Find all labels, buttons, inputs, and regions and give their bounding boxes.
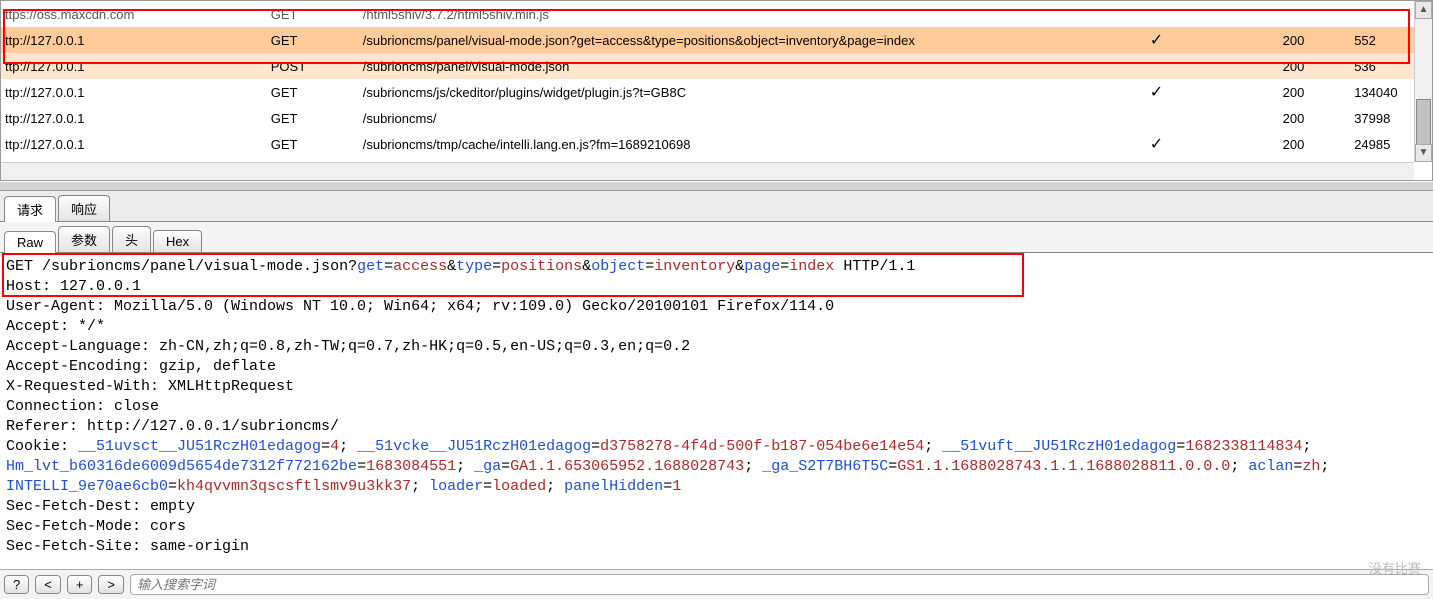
cell-method: POST <box>267 53 359 79</box>
cell-status <box>1279 1 1351 27</box>
cell-url: /subrioncms/panel/visual-mode.json <box>359 53 1146 79</box>
table-row[interactable]: ttp://127.0.0.1GET/subrioncms/tmp/cache/… <box>1 131 1432 157</box>
request-response-tabs: 请求 响应 <box>0 191 1433 222</box>
pane-splitter[interactable] <box>0 181 1433 191</box>
cell-host: ttp://127.0.0.1 <box>1 131 267 157</box>
cell-host: ttp://127.0.0.1 <box>1 105 267 131</box>
add-button[interactable]: + <box>67 575 93 594</box>
cell-host: ttp://127.0.0.1 <box>1 27 267 53</box>
request-list-pane: ttps://oss.maxcdn.comGET/html5shiv/3.7.2… <box>0 0 1433 181</box>
table-row[interactable]: ttp://127.0.0.1GET/subrioncms/js/ckedito… <box>1 79 1432 105</box>
request-table[interactable]: ttps://oss.maxcdn.comGET/html5shiv/3.7.2… <box>1 1 1432 181</box>
tab-params[interactable]: 参数 <box>58 226 110 252</box>
cell-url: /subrioncms/tmp/cache/intelli.lang.en.js… <box>359 131 1146 157</box>
cell-method: GET <box>267 105 359 131</box>
table-row[interactable]: ttp://127.0.0.1GET/subrioncms/panel/visu… <box>1 27 1432 53</box>
tab-request[interactable]: 请求 <box>4 196 56 222</box>
table-row[interactable]: ttp://127.0.0.1GET/subrioncms/20037998 <box>1 105 1432 131</box>
vertical-scrollbar[interactable]: ▲ ▼ <box>1414 1 1432 162</box>
cell-host: ttps://oss.maxcdn.com <box>1 1 267 27</box>
search-input[interactable] <box>130 574 1429 595</box>
cell-method: GET <box>267 1 359 27</box>
tab-headers[interactable]: 头 <box>112 226 151 252</box>
search-bar: ? < + > <box>0 569 1433 599</box>
tab-raw[interactable]: Raw <box>4 231 56 253</box>
scroll-up-arrow[interactable]: ▲ <box>1415 1 1432 19</box>
scroll-down-arrow[interactable]: ▼ <box>1415 144 1432 162</box>
tab-hex[interactable]: Hex <box>153 230 202 252</box>
cell-url: /html5shiv/3.7.2/html5shiv.min.js <box>359 1 1146 27</box>
cell-check <box>1146 53 1279 79</box>
cell-check <box>1146 105 1279 131</box>
scroll-thumb[interactable] <box>1416 99 1431 149</box>
cell-status: 200 <box>1279 131 1351 157</box>
cell-url: /subrioncms/js/ckeditor/plugins/widget/p… <box>359 79 1146 105</box>
cell-status: 200 <box>1279 105 1351 131</box>
cell-method: GET <box>267 131 359 157</box>
cell-method: GET <box>267 79 359 105</box>
raw-request-view[interactable]: GET /subrioncms/panel/visual-mode.json?g… <box>0 253 1433 569</box>
next-match-button[interactable]: > <box>98 575 124 594</box>
horizontal-scrollbar[interactable] <box>1 162 1414 180</box>
tab-response[interactable]: 响应 <box>58 195 110 221</box>
cell-status: 200 <box>1279 27 1351 53</box>
cell-status: 200 <box>1279 53 1351 79</box>
detail-pane: 请求 响应 Raw 参数 头 Hex GET /subrioncms/panel… <box>0 191 1433 599</box>
cell-host: ttp://127.0.0.1 <box>1 53 267 79</box>
cell-url: /subrioncms/ <box>359 105 1146 131</box>
cell-url: /subrioncms/panel/visual-mode.json?get=a… <box>359 27 1146 53</box>
cell-host: ttp://127.0.0.1 <box>1 79 267 105</box>
cell-check <box>1146 1 1279 27</box>
cell-check: ✓ <box>1146 131 1279 157</box>
help-button[interactable]: ? <box>4 575 29 594</box>
cell-check: ✓ <box>1146 27 1279 53</box>
cell-check: ✓ <box>1146 79 1279 105</box>
cell-status: 200 <box>1279 79 1351 105</box>
table-row[interactable]: ttps://oss.maxcdn.comGET/html5shiv/3.7.2… <box>1 1 1432 27</box>
table-row[interactable]: ttp://127.0.0.1POST/subrioncms/panel/vis… <box>1 53 1432 79</box>
view-tabs: Raw 参数 头 Hex <box>0 222 1433 253</box>
prev-match-button[interactable]: < <box>35 575 61 594</box>
cell-method: GET <box>267 27 359 53</box>
